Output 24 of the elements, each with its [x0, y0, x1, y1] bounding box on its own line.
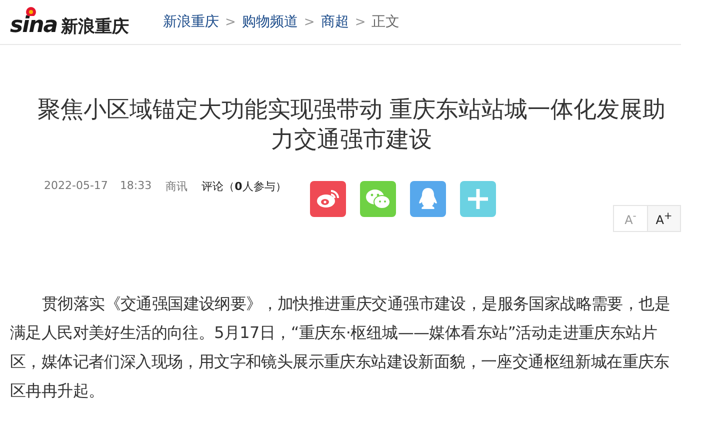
penguin-icon: [418, 187, 438, 211]
share-button[interactable]: [410, 181, 446, 217]
font-size-button[interactable]: A$^{+}$: [647, 206, 680, 231]
logo[interactable]: sina: [10, 6, 58, 38]
article-paragraph: 贯彻落实《交通强国建设纲要》，加快推进重庆交通强市建设，是服务国家战略需要，也是满足人民对美好生活的向往。5月17日，“重庆东·枢纽城——媒体看东站”活动走进重庆东站片区，媒体记者们深入现场，用文字和镜头展示重庆东站建设新面貌，一座交通枢纽新城在重庆东区冉冉升起。: [10, 293, 672, 402]
breadcrumb-link[interactable]: 购物频道: [242, 13, 298, 31]
share-button[interactable]: [460, 181, 496, 217]
article-title: 聚焦小区域锚定大功能实现强带动 重庆东站站城一体化发展助力交通强市建设: [36, 96, 667, 155]
comment-link[interactable]: 评论（0人参与）: [202, 179, 286, 194]
breadcrumb-link[interactable]: 正文: [372, 13, 400, 31]
share-button[interactable]: [310, 181, 346, 217]
breadcrumb-separator: >: [354, 14, 366, 30]
publish-time: 18:33: [120, 179, 152, 192]
breadcrumb-link[interactable]: 商超: [320, 13, 349, 31]
share-button[interactable]: [360, 181, 396, 217]
chat-bubbles-icon: [365, 188, 392, 210]
weibo-icon: [316, 189, 340, 209]
publish-date: 2022-05-17: [44, 179, 108, 192]
breadcrumb-separator: >: [225, 14, 236, 30]
breadcrumb-link[interactable]: 新浪重庆: [163, 13, 219, 31]
plus-icon: [467, 188, 490, 210]
site-name: 新浪重庆: [61, 16, 130, 38]
news-source: 商讯: [166, 179, 188, 194]
breadcrumb-separator: >: [304, 14, 315, 30]
